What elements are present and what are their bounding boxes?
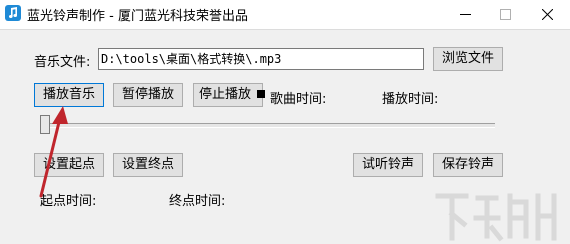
app-window: 蓝光铃声制作 - 厦门蓝光科技荣誉出品 音乐文件: D:\tools\桌面\格式… [0,0,570,244]
watermark-logo-icon [435,193,557,242]
